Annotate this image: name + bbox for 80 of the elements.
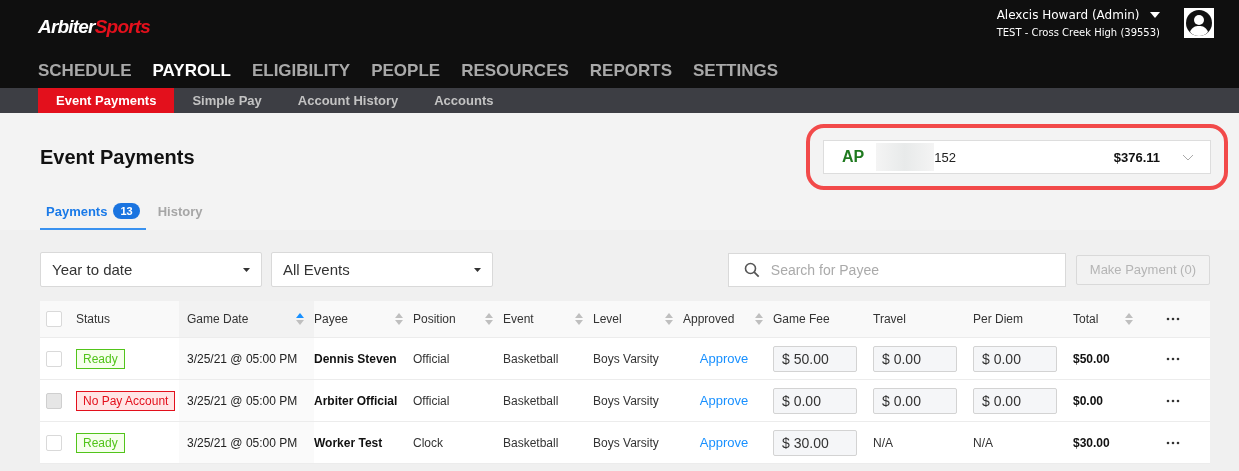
game-date: 3/25/21 @ 05:00 PM: [187, 393, 298, 408]
more-icon[interactable]: [1165, 398, 1180, 403]
caret-down-icon[interactable]: [474, 267, 481, 272]
column-header: Approved: [683, 312, 735, 326]
game-date: 3/25/21 @ 05:00 PM: [187, 351, 298, 366]
column-header: Level: [593, 312, 622, 326]
main-nav-item[interactable]: SETTINGS: [693, 54, 778, 81]
filter-dropdown[interactable]: All Events: [271, 252, 493, 287]
sub-nav-tab[interactable]: Accounts: [416, 88, 512, 113]
column-header: Game Date: [187, 312, 249, 326]
main-nav-item[interactable]: PAYROLL: [152, 54, 231, 81]
sort-icon[interactable]: [755, 313, 763, 325]
row-checkbox[interactable]: [46, 434, 62, 451]
game-date: 3/25/21 @ 05:00 PM: [187, 435, 298, 450]
account-selector[interactable]: AP 152 $376.11: [823, 140, 1211, 174]
main-nav-item[interactable]: SCHEDULE: [38, 54, 132, 81]
column-header: Travel: [873, 312, 906, 326]
level: Boys Varsity: [593, 435, 659, 450]
total-amount: $50.00: [1073, 351, 1110, 366]
column-header: Payee: [314, 312, 349, 326]
account-code: AP: [842, 148, 865, 166]
position: Clock: [413, 435, 443, 450]
amount-text: N/A: [873, 435, 893, 450]
position: Official: [413, 351, 450, 366]
column-header: Per Diem: [973, 312, 1023, 326]
amount-field[interactable]: $ 50.00: [773, 345, 857, 372]
payee-name: Dennis Steven: [314, 351, 397, 366]
event: Basketball: [503, 393, 559, 408]
event: Basketball: [503, 351, 559, 366]
more-icon[interactable]: [1165, 356, 1180, 361]
account-balance: $376.11: [1113, 149, 1160, 165]
main-nav-item[interactable]: PEOPLE: [371, 54, 441, 81]
tab[interactable]: Payments 13: [40, 199, 146, 230]
payee-name: Worker Test: [314, 435, 383, 450]
more-icon[interactable]: [1165, 317, 1180, 321]
sort-icon[interactable]: [575, 313, 583, 325]
sort-icon[interactable]: [485, 313, 493, 325]
caret-icon[interactable]: [1149, 12, 1160, 18]
status-badge: No Pay Account: [76, 390, 176, 411]
main-nav-item[interactable]: ELIGIBILITY: [251, 54, 351, 81]
sort-icon[interactable]: [665, 313, 673, 325]
chevron-down-icon[interactable]: [1182, 153, 1194, 161]
account-number: 152: [934, 149, 957, 165]
avatar-icon[interactable]: [1184, 8, 1214, 38]
sort-icon[interactable]: [1125, 313, 1133, 325]
level: Boys Varsity: [593, 393, 659, 408]
amount-field[interactable]: $ 30.00: [773, 429, 857, 456]
total-amount: $30.00: [1073, 435, 1110, 450]
page-title: Event Payments: [40, 145, 195, 169]
main-nav-item[interactable]: REPORTS: [589, 54, 672, 81]
column-header: Position: [413, 312, 456, 326]
sub-nav-tab[interactable]: Account History: [279, 88, 417, 113]
status-badge: Ready: [76, 348, 125, 369]
filter-dropdown[interactable]: Year to date: [40, 252, 262, 287]
amount-text: N/A: [973, 435, 993, 450]
amount-field[interactable]: $ 0.00: [873, 345, 957, 372]
row-checkbox[interactable]: [46, 350, 62, 367]
status-badge: Ready: [76, 432, 125, 453]
select-all-checkbox[interactable]: [46, 311, 62, 327]
amount-field[interactable]: $ 0.00: [973, 345, 1057, 372]
search-field[interactable]: Search for Payee: [727, 252, 1066, 287]
more-icon[interactable]: [1165, 440, 1180, 445]
column-header: Game Fee: [773, 312, 830, 326]
sort-icon[interactable]: [395, 313, 403, 325]
sub-nav-tab[interactable]: Simple Pay: [174, 88, 280, 113]
event: Basketball: [503, 435, 559, 450]
position: Official: [413, 393, 450, 408]
arbitersports-logo[interactable]: ArbiterSports: [38, 16, 151, 38]
sub-nav-tab[interactable]: Event Payments: [38, 88, 175, 113]
total-amount: $0.00: [1073, 393, 1104, 408]
payee-name: Arbiter Official: [314, 393, 398, 408]
sort-icon[interactable]: [296, 313, 304, 325]
main-nav-item[interactable]: RESOURCES: [461, 54, 569, 81]
column-header: Status: [76, 312, 111, 326]
caret-down-icon[interactable]: [243, 267, 250, 272]
level: Boys Varsity: [593, 351, 659, 366]
user-name[interactable]: Alexcis Howard (Admin): [996, 8, 1140, 22]
organization-name: TEST - Cross Creek High (39553): [996, 27, 1160, 38]
column-header: Total: [1073, 312, 1099, 326]
column-header: Event: [503, 312, 534, 326]
